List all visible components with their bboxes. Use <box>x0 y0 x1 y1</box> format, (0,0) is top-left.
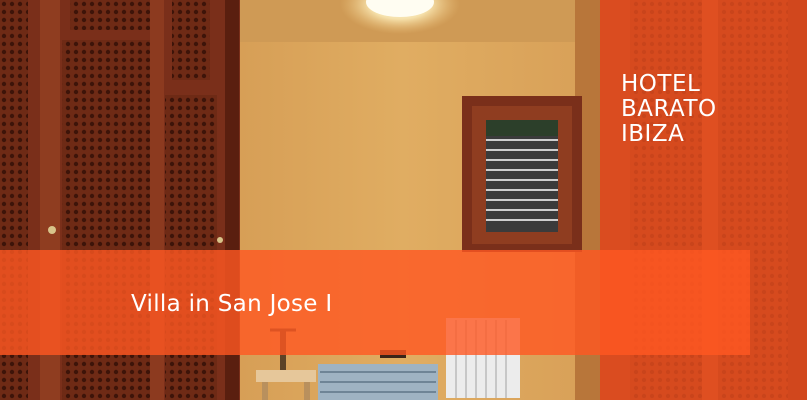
brand-line-ibiza: IBIZA <box>621 121 685 147</box>
hotel-image-banner: HOTEL BARATO IBIZA Villa in San Jose I <box>0 0 807 400</box>
brand-line-hotel: HOTEL <box>621 71 701 97</box>
window <box>462 96 582 252</box>
brand-logo-text[interactable]: HOTEL BARATO IBIZA <box>621 72 791 147</box>
brand-line-barato: BARATO <box>621 96 717 122</box>
hotel-name-caption[interactable]: Villa in San Jose I <box>131 290 332 318</box>
door-knob-icon <box>48 226 56 234</box>
caption-band <box>0 250 750 355</box>
